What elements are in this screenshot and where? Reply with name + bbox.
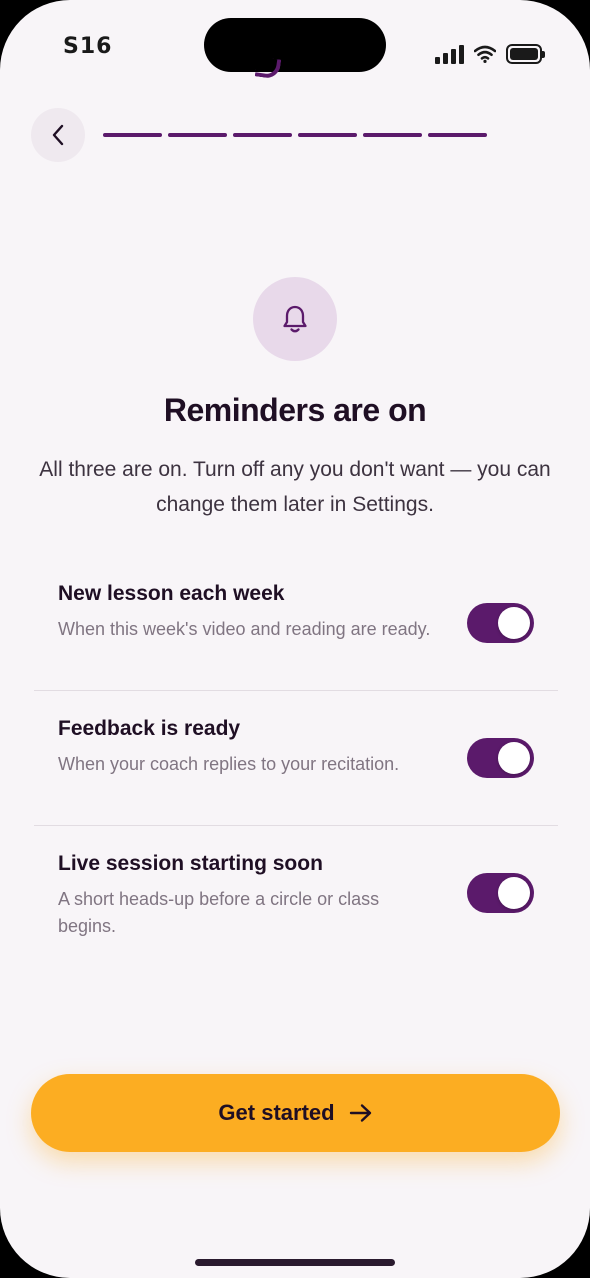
island-peek-shape [254, 56, 282, 80]
reminder-settings-list: New lesson each week When this week's vi… [34, 556, 558, 961]
reminder-description: When your coach replies to your recitati… [58, 754, 400, 774]
progress-segment [298, 133, 357, 137]
new-lesson-toggle[interactable] [467, 603, 534, 643]
reminder-row-live-session: Live session starting soon A short heads… [34, 826, 558, 961]
progress-segment [363, 133, 422, 137]
toggle-knob [498, 742, 530, 774]
progress-segment [233, 133, 292, 137]
home-indicator[interactable] [195, 1259, 395, 1266]
bell-icon-badge [253, 277, 337, 361]
arrow-right-icon [349, 1104, 371, 1122]
onboarding-progress [103, 133, 487, 137]
dynamic-island [204, 18, 386, 72]
progress-segment [103, 133, 162, 137]
reminder-row-feedback: Feedback is ready When your coach replie… [34, 691, 558, 826]
page-title: Reminders are on [163, 392, 427, 428]
reminder-description: When this week's video and reading are r… [58, 619, 431, 639]
reminder-title: Feedback is ready [58, 717, 241, 740]
toggle-knob [498, 877, 530, 909]
toggle-knob [498, 607, 530, 639]
progress-segment [428, 133, 487, 137]
phone-screen: S16 Reminders are on All three are on. T… [0, 0, 590, 1278]
wifi-icon [474, 45, 496, 63]
progress-segment [168, 133, 227, 137]
bell-icon [283, 305, 307, 333]
live-session-toggle[interactable] [467, 873, 534, 913]
back-button[interactable] [31, 108, 85, 162]
battery-icon [506, 44, 545, 64]
signal-icon [435, 44, 464, 64]
get-started-label: Get started [218, 1100, 335, 1125]
reminder-row-new-lesson: New lesson each week When this week's vi… [34, 556, 558, 691]
feedback-toggle[interactable] [467, 738, 534, 778]
status-icons [435, 44, 545, 64]
page-subtitle: All three are on. Turn off any you don't… [39, 458, 551, 516]
status-time: S16 [63, 34, 113, 59]
reminder-title: New lesson each week [58, 582, 285, 605]
get-started-button[interactable]: Get started [31, 1074, 560, 1152]
chevron-left-icon [52, 124, 64, 146]
reminder-title: Live session starting soon [58, 852, 323, 875]
reminder-description: A short heads-up before a circle or clas… [58, 889, 380, 936]
